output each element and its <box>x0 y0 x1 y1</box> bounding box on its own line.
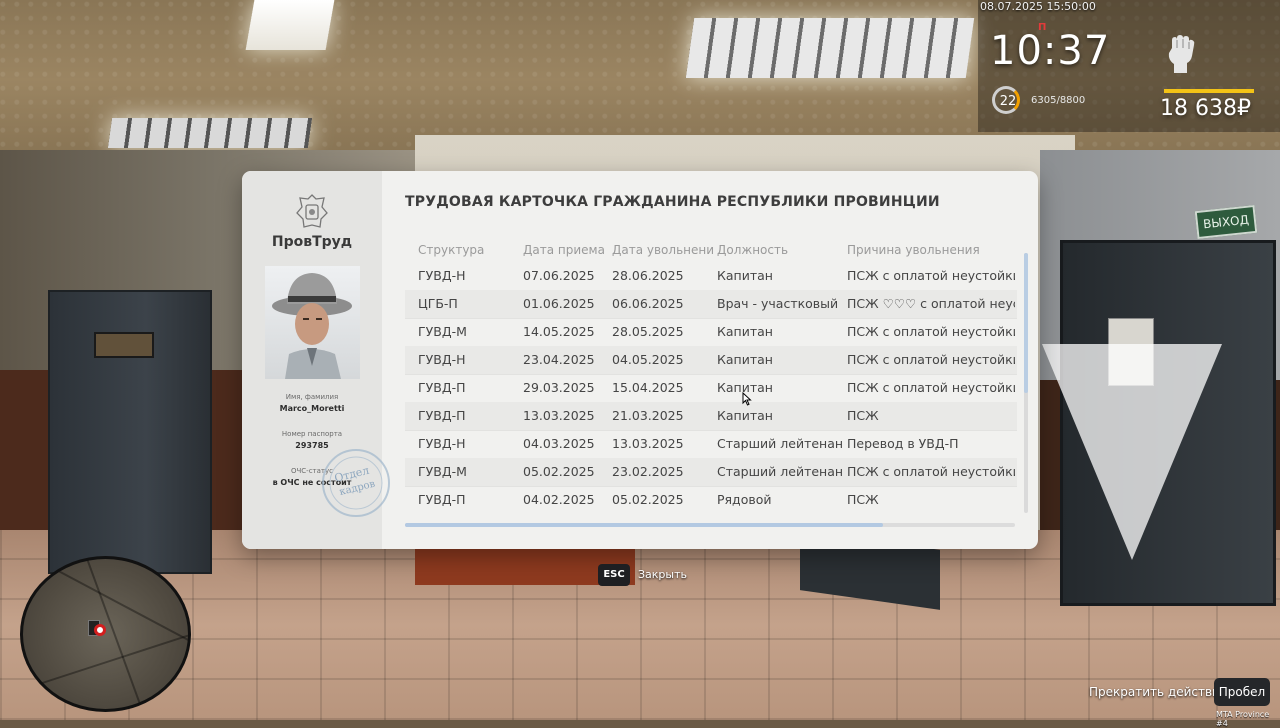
table-row[interactable]: ГУВД-М 14.05.2025 28.05.2025 Капитан ПСЖ с о… <box>405 318 1017 347</box>
table-cell: ПСЖ с оплатой неустойки <box>847 324 1015 339</box>
hud-money: 18 638₽ <box>1160 96 1251 121</box>
table-row[interactable]: ГУВД-М 05.02.2025 23.02.2025 Старший лейтен… <box>405 458 1017 487</box>
table-cell: Врач - участковый <box>717 296 839 311</box>
table-cell: 15.04.2025 <box>612 380 684 395</box>
table-cell: 29.03.2025 <box>523 380 595 395</box>
table-cell: 04.03.2025 <box>523 436 595 451</box>
table-cell: ПСЖ <box>847 492 879 507</box>
table-cell: 14.05.2025 <box>523 324 595 339</box>
table-row[interactable]: ГУВД-Н 23.04.2025 04.05.2025 Капитан ПСЖ с о… <box>405 346 1017 375</box>
table-header: Структура Дата приема Дата увольнени Дол… <box>405 243 1020 259</box>
player-position-icon <box>94 624 106 636</box>
column-header: Структура <box>418 243 485 257</box>
table-row[interactable]: ГУВД-П 13.03.2025 21.03.2025 Капитан ПСЖ <box>405 402 1017 431</box>
profile-panel: ПровТруд Имя, фамилия Marco_Moretti Номе… <box>242 171 390 549</box>
table-cell: Капитан <box>717 268 773 283</box>
esc-key-button[interactable]: ESC <box>598 564 630 586</box>
table-row[interactable]: ГУВД-Н 04.03.2025 13.03.2025 Старший лейтен… <box>405 430 1017 459</box>
stop-action-label[interactable]: Прекратить действие <box>1089 685 1227 699</box>
hud-xp: 6305/8800 <box>1031 95 1086 106</box>
column-header: Причина увольнения <box>847 243 980 257</box>
table-cell: 13.03.2025 <box>612 436 684 451</box>
table-cell: 06.06.2025 <box>612 296 684 311</box>
hud-clock: 10:37 <box>990 28 1111 74</box>
table-cell: 05.02.2025 <box>612 492 684 507</box>
table-cell: ПСЖ ♡♡♡ с оплатой неустойки <box>847 296 1015 311</box>
mail-slot <box>94 332 154 358</box>
minimap-road <box>23 625 188 695</box>
avatar-portrait <box>272 273 352 379</box>
mouse-cursor-icon <box>742 392 752 406</box>
name-value: Marco_Moretti <box>279 404 345 413</box>
table-row[interactable]: ЦГБ-П 01.06.2025 06.06.2025 Врач - участков… <box>405 290 1017 319</box>
table-cell: ГУВД-М <box>418 324 467 339</box>
ceiling-lamp <box>685 18 975 78</box>
close-label[interactable]: Закрыть <box>638 568 687 581</box>
hr-stamp: Отдел кадров <box>322 449 390 517</box>
table-cell: ГУВД-М <box>418 464 467 479</box>
table-cell: 28.06.2025 <box>612 268 684 283</box>
table-cell: ПСЖ с оплатой неустойки. <box>847 464 1015 479</box>
table-cell: Капитан <box>717 408 773 423</box>
door <box>48 290 212 574</box>
table-cell: ПСЖ с оплатой неустойки <box>847 380 1015 395</box>
horizontal-scrollbar[interactable] <box>405 523 883 527</box>
org-name: ПровТруд <box>271 234 353 250</box>
table-cell: ПСЖ с оплатой неустойки <box>847 352 1015 367</box>
hud-level: 22 <box>999 94 1017 109</box>
table-cell: ГУВД-П <box>418 492 466 507</box>
name-label: Имя, фамилия <box>285 393 339 401</box>
emblem-icon <box>296 194 328 228</box>
table-cell: 23.04.2025 <box>523 352 595 367</box>
table-cell: 04.02.2025 <box>523 492 595 507</box>
table-cell: Рядовой <box>717 492 772 507</box>
ceiling-lamp <box>245 0 335 50</box>
table-cell: 23.02.2025 <box>612 464 684 479</box>
minimap-road <box>74 559 152 709</box>
light-cone <box>1042 344 1222 560</box>
table-cell: Старший лейтенант <box>717 464 842 479</box>
table-cell: 07.06.2025 <box>523 268 595 283</box>
space-key-button[interactable]: Пробел <box>1214 678 1270 706</box>
hud-datetime: 08.07.2025 15:50:00 <box>980 0 1096 13</box>
table-cell: Капитан <box>717 380 773 395</box>
server-watermark: MTA Province #4 <box>1216 710 1270 728</box>
table-cell: ГУВД-Н <box>418 436 466 451</box>
column-header: Дата увольнени <box>612 243 715 257</box>
table-row[interactable]: ГУВД-П 04.02.2025 05.02.2025 Рядовой ПСЖ <box>405 486 1017 513</box>
ceiling-lamp <box>107 118 313 148</box>
table-cell: ПСЖ <box>847 408 879 423</box>
table-cell: ПСЖ с оплатой неустойки <box>847 268 1015 283</box>
avatar <box>265 266 360 379</box>
passport-label: Номер паспорта <box>281 430 343 438</box>
fist-icon <box>1168 35 1195 73</box>
table-cell: Капитан <box>717 352 773 367</box>
column-header: Дата приема <box>523 243 605 257</box>
table-cell: 13.03.2025 <box>523 408 595 423</box>
table-cell: 04.05.2025 <box>612 352 684 367</box>
table-cell: Старший лейтенант <box>717 436 842 451</box>
table-cell: Капитан <box>717 324 773 339</box>
column-header: Должность <box>717 243 789 257</box>
table-row[interactable]: ГУВД-П 29.03.2025 15.04.2025 Капитан ПСЖ с о… <box>405 374 1017 403</box>
table-cell: 05.02.2025 <box>523 464 595 479</box>
table-cell: 21.03.2025 <box>612 408 684 423</box>
table-cell: Перевод в УВД-П <box>847 436 959 451</box>
table-cell: ГУВД-П <box>418 380 466 395</box>
work-card-modal: ПровТруд Имя, фамилия Marco_Moretti Номе… <box>242 171 1038 549</box>
table-cell: ГУВД-Н <box>418 352 466 367</box>
employment-table: Структура Дата приема Дата увольнени Дол… <box>405 237 1020 513</box>
vertical-scrollbar[interactable] <box>1024 253 1028 393</box>
table-cell: ЦГБ-П <box>418 296 458 311</box>
table-cell: ГУВД-Н <box>418 268 466 283</box>
table-cell: 01.06.2025 <box>523 296 595 311</box>
page-title: ТРУДОВАЯ КАРТОЧКА ГРАЖДАНИНА РЕСПУБЛИКИ … <box>405 194 940 210</box>
table-cell: 28.05.2025 <box>612 324 684 339</box>
minimap <box>20 556 191 712</box>
table-row[interactable]: ГУВД-Н 07.06.2025 28.06.2025 Капитан ПСЖ с о… <box>405 262 1017 291</box>
money-bar <box>1164 89 1254 93</box>
table-cell: ГУВД-П <box>418 408 466 423</box>
